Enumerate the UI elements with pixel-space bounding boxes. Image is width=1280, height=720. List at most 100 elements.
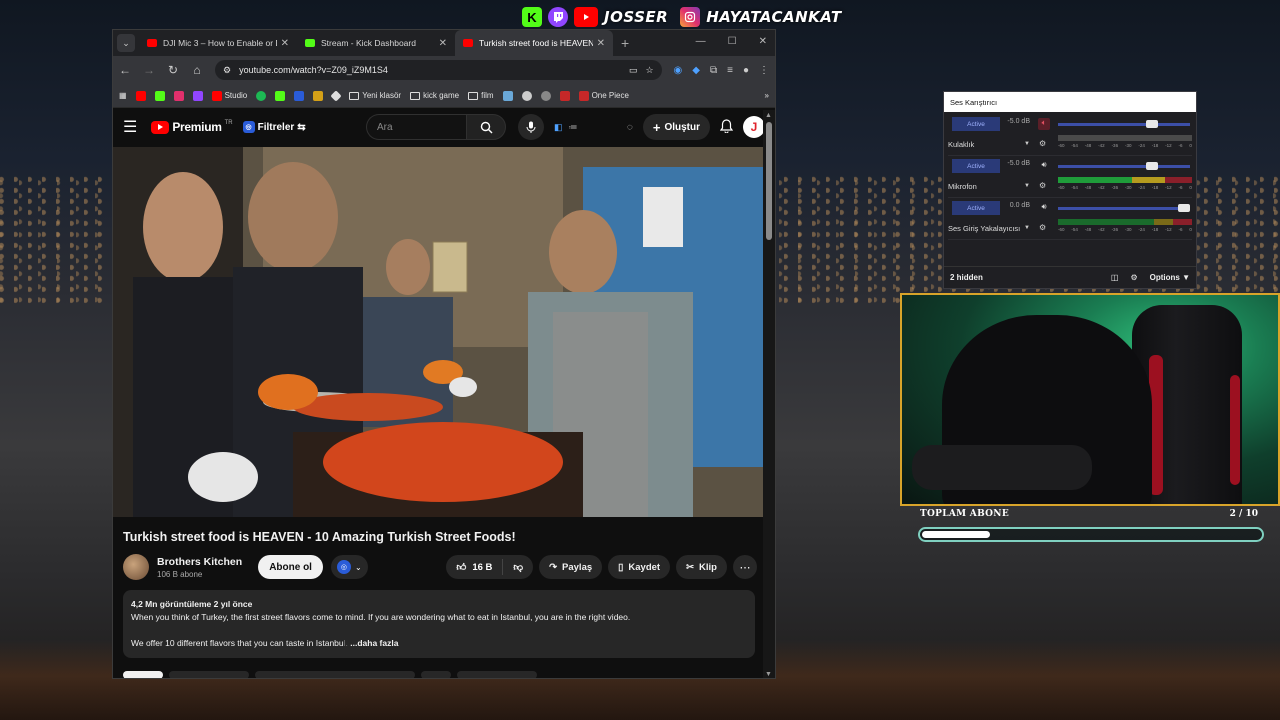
monitor-icon[interactable]: ⚙ bbox=[1039, 181, 1046, 190]
options-button[interactable]: Options ▼ bbox=[1150, 273, 1190, 282]
voice-search-button[interactable] bbox=[518, 114, 544, 140]
create-button[interactable]: + Oluştur bbox=[642, 114, 710, 140]
youtube-logo[interactable]: Premium TR bbox=[151, 120, 233, 134]
hamburger-menu-icon[interactable]: ☰ bbox=[123, 117, 137, 137]
more-actions-button[interactable]: ⋯ bbox=[733, 555, 757, 579]
chip[interactable] bbox=[123, 671, 163, 678]
forward-icon[interactable]: → bbox=[143, 63, 155, 77]
url-text[interactable]: youtube.com/watch?v=Z09_iZ9M1S4 bbox=[239, 65, 621, 75]
kick-bookmark-icon[interactable] bbox=[154, 90, 165, 101]
twitch-bookmark-icon[interactable] bbox=[192, 90, 203, 101]
chevron-down-icon[interactable]: ▼ bbox=[1024, 141, 1030, 147]
bookmark-one-piece[interactable]: One Piece bbox=[578, 90, 629, 101]
bookmark-star-icon[interactable]: ☆ bbox=[645, 65, 653, 76]
close-icon[interactable]: ✕ bbox=[439, 38, 447, 49]
image-bookmark-icon[interactable] bbox=[502, 90, 513, 101]
tab-dji-mic[interactable]: DJI Mic 3 – How to Enable or D ✕ bbox=[139, 30, 297, 56]
page-scrollbar[interactable]: ▲ ▼ bbox=[763, 110, 775, 678]
scroll-down-icon[interactable]: ▼ bbox=[765, 671, 772, 678]
apps-icon[interactable]: ▦ bbox=[119, 91, 127, 100]
extension-icon[interactable]: ◧ bbox=[554, 122, 563, 133]
description-box[interactable]: 4,2 Mn görüntüleme 2 yıl önce When you t… bbox=[123, 590, 755, 658]
volume-muted-icon[interactable]: 🔈︎ bbox=[1038, 118, 1050, 130]
slider-knob[interactable] bbox=[1178, 204, 1190, 212]
video-player[interactable] bbox=[113, 147, 765, 517]
like-button[interactable]: 👍︎ 16 B bbox=[446, 559, 504, 575]
volume-icon[interactable]: 🔊︎ bbox=[1038, 160, 1050, 172]
track-status[interactable]: Active bbox=[952, 159, 1000, 173]
subscribe-button[interactable]: Abone ol bbox=[258, 555, 323, 579]
search-input[interactable]: Ara bbox=[366, 114, 466, 140]
maximize-icon[interactable]: ☐ bbox=[728, 36, 737, 47]
bookmark-yeni-klasor[interactable]: Yeni klasör bbox=[349, 91, 401, 100]
close-icon[interactable]: ✕ bbox=[597, 38, 605, 49]
scrollbar-thumb[interactable] bbox=[766, 122, 772, 240]
bookmark-studio[interactable]: Studio bbox=[211, 90, 247, 101]
chip[interactable] bbox=[457, 671, 537, 678]
back-icon[interactable]: ← bbox=[119, 63, 131, 77]
channel-avatar[interactable] bbox=[123, 554, 149, 580]
minimize-icon[interactable]: — bbox=[696, 36, 706, 47]
layout-icon[interactable]: ◫ bbox=[1111, 273, 1119, 282]
clip-button[interactable]: ✂ Klip bbox=[676, 555, 727, 579]
chevron-down-icon[interactable]: ▼ bbox=[1024, 183, 1030, 189]
monitor-icon[interactable]: ⚙ bbox=[1039, 139, 1046, 148]
close-icon[interactable]: ✕ bbox=[281, 38, 289, 49]
chip[interactable] bbox=[421, 671, 451, 678]
save-button[interactable]: ▯ Kaydet bbox=[608, 555, 671, 579]
game-bookmark-icon[interactable] bbox=[313, 90, 324, 101]
new-tab-button[interactable]: + bbox=[621, 35, 629, 51]
profile-icon[interactable]: ● bbox=[743, 65, 749, 76]
share-button[interactable]: ↷ Paylaş bbox=[539, 555, 603, 579]
tab-turkish-street-food[interactable]: Turkish street food is HEAVEN ✕ bbox=[455, 30, 613, 56]
search-button[interactable] bbox=[466, 114, 506, 140]
tab-search-button[interactable]: ⌄ bbox=[117, 34, 135, 52]
show-more-link[interactable]: ...daha fazla bbox=[350, 638, 398, 648]
home-icon[interactable]: ⌂ bbox=[191, 63, 203, 77]
instagram-bookmark-icon[interactable] bbox=[173, 90, 184, 101]
media-icon[interactable]: ≡ bbox=[727, 65, 733, 76]
chat-icon[interactable]: ◌ bbox=[627, 122, 633, 133]
omnibox[interactable]: ⚙ youtube.com/watch?v=Z09_iZ9M1S4 ▭ ☆ bbox=[215, 60, 662, 80]
tab-kick-dashboard[interactable]: Stream - Kick Dashboard ✕ bbox=[297, 30, 455, 56]
scroll-up-icon[interactable]: ▲ bbox=[765, 112, 772, 119]
monitor-icon[interactable]: ⚙ bbox=[1039, 223, 1046, 232]
channel-name[interactable]: Brothers Kitchen bbox=[157, 556, 242, 568]
settings-icon[interactable]: ⚙ bbox=[1130, 273, 1137, 282]
track-status[interactable]: Active bbox=[952, 201, 1000, 215]
chrome-bookmark-icon[interactable] bbox=[521, 90, 532, 101]
chip[interactable] bbox=[169, 671, 249, 678]
filters-button[interactable]: ◎ Filtreler ⇆ bbox=[242, 121, 306, 133]
extension-bookmark-icon[interactable] bbox=[294, 90, 305, 101]
youtube-bookmark-icon[interactable] bbox=[135, 90, 146, 101]
spotify-bookmark-icon[interactable] bbox=[256, 90, 267, 101]
install-icon[interactable]: ▭ bbox=[629, 65, 638, 76]
red-bookmark-icon[interactable] bbox=[559, 90, 570, 101]
volume-slider[interactable] bbox=[1058, 162, 1190, 170]
chip[interactable] bbox=[255, 671, 415, 678]
more-bookmarks-icon[interactable]: » bbox=[765, 91, 769, 100]
kick-bookmark-icon[interactable] bbox=[275, 90, 286, 101]
notifications-bell-icon[interactable] bbox=[719, 118, 734, 136]
volume-slider[interactable] bbox=[1058, 204, 1190, 212]
account-avatar[interactable]: J bbox=[743, 116, 765, 138]
reload-icon[interactable]: ↻ bbox=[167, 63, 179, 77]
site-bookmark-icon[interactable] bbox=[540, 90, 551, 101]
volume-slider[interactable] bbox=[1058, 120, 1190, 128]
extension-icon[interactable]: ◆ bbox=[692, 65, 700, 76]
hidden-count[interactable]: 2 hidden bbox=[950, 273, 983, 282]
dislike-button[interactable]: 👎︎ bbox=[503, 561, 533, 573]
bookmark-film[interactable]: film bbox=[468, 91, 494, 100]
extension-dropdown[interactable]: ◎ ⌄ bbox=[330, 555, 368, 579]
chevron-down-icon[interactable]: ▼ bbox=[1024, 225, 1030, 231]
list-icon[interactable]: ≔ bbox=[569, 122, 578, 133]
bookmark-kick-game[interactable]: kick game bbox=[410, 91, 459, 100]
track-status[interactable]: Active bbox=[952, 117, 1000, 131]
slider-knob[interactable] bbox=[1146, 120, 1158, 128]
slider-knob[interactable] bbox=[1146, 162, 1158, 170]
close-window-icon[interactable]: ✕ bbox=[759, 36, 767, 47]
diamond-bookmark-icon[interactable] bbox=[330, 89, 342, 102]
site-info-icon[interactable]: ⚙ bbox=[223, 65, 231, 76]
puzzle-icon[interactable]: ⧉ bbox=[710, 65, 717, 76]
extension-icon[interactable]: ◉ bbox=[674, 65, 683, 76]
